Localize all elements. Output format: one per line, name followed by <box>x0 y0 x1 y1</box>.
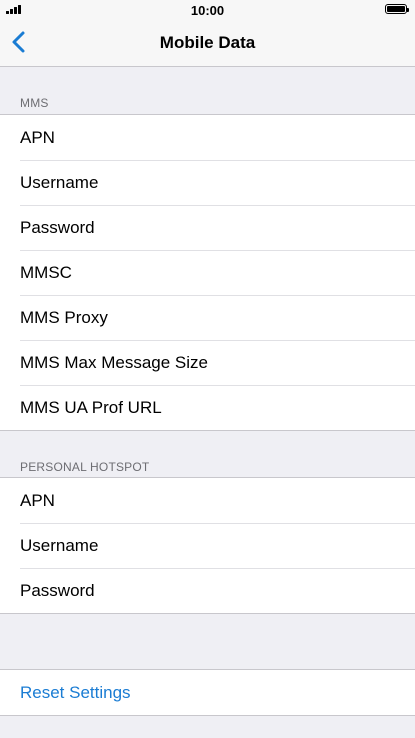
hotspot-apn-row[interactable]: APN <box>0 478 415 523</box>
mms-ua-prof-url-row[interactable]: MMS UA Prof URL <box>0 385 415 430</box>
hotspot-password-row[interactable]: Password <box>0 568 415 613</box>
mms-settings-group: APN Username Password MMSC MMS Proxy MMS… <box>0 114 415 431</box>
mms-password-row[interactable]: Password <box>0 205 415 250</box>
page-title: Mobile Data <box>159 33 256 52</box>
reset-settings-button[interactable]: Reset Settings <box>0 670 415 715</box>
section-header-mms: MMS <box>20 96 49 110</box>
mms-apn-row[interactable]: APN <box>0 115 415 160</box>
navigation-bar: Mobile Data <box>0 20 415 67</box>
mms-username-row[interactable]: Username <box>0 160 415 205</box>
mms-mmsc-row[interactable]: MMSC <box>0 250 415 295</box>
status-bar: 10:00 <box>0 0 415 20</box>
status-time: 10:00 <box>190 3 225 18</box>
mms-max-message-size-row[interactable]: MMS Max Message Size <box>0 340 415 385</box>
reset-group: Reset Settings <box>0 669 415 716</box>
section-header-hotspot: PERSONAL HOTSPOT <box>20 460 150 474</box>
battery-icon <box>385 4 409 14</box>
mms-proxy-row[interactable]: MMS Proxy <box>0 295 415 340</box>
hotspot-username-row[interactable]: Username <box>0 523 415 568</box>
hotspot-settings-group: APN Username Password <box>0 477 415 614</box>
